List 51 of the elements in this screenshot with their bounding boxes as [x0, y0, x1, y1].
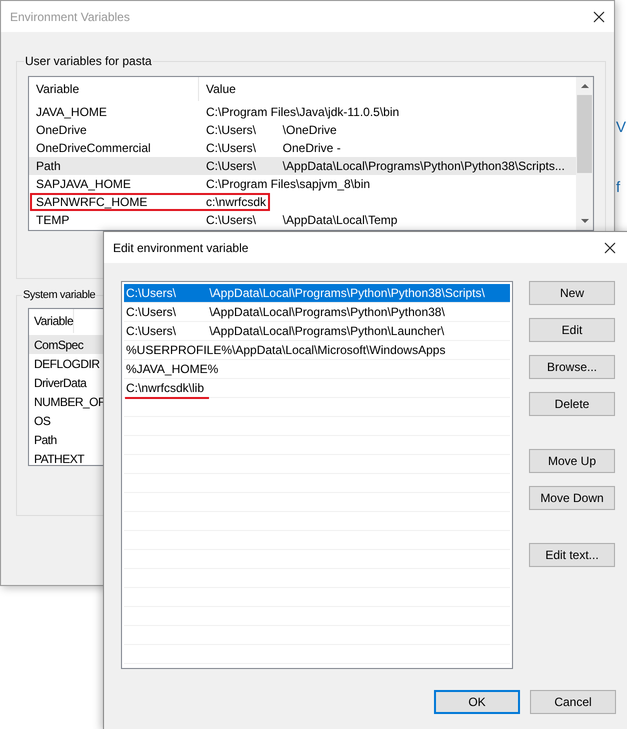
window-title: Edit environment variable [113, 240, 248, 254]
variable-name: JAVA_HOME [35, 105, 108, 119]
action-button[interactable]: Edit [529, 318, 615, 342]
list-item[interactable]: %USERPROFILE%\AppData\Local\Microsoft\WindowsApps [124, 341, 510, 359]
close-icon[interactable] [593, 10, 605, 22]
cancel-button[interactable]: Cancel [530, 690, 616, 714]
variable-value: c:\nwrfcsdk [205, 195, 268, 209]
group-label: System variable [22, 289, 96, 301]
variable-value: C:\Users\ OneDrive - [205, 141, 342, 155]
variable-name: OS [33, 414, 50, 428]
background-text: V [616, 118, 626, 138]
scroll-thumb[interactable] [577, 95, 592, 173]
action-button[interactable]: Move Up [529, 449, 615, 473]
list-item[interactable]: C:\nwrfcsdk\lib [124, 379, 510, 397]
column-header[interactable]: Variable [29, 309, 74, 333]
window-title: Environment Variables [10, 10, 130, 24]
variable-name: Path [33, 432, 57, 446]
variable-name: SAPNWRFC_HOME [35, 195, 148, 209]
variable-name: OneDriveCommercial [35, 141, 152, 155]
variable-name: TEMP [35, 213, 70, 227]
variable-name: NUMBER_OF [33, 394, 105, 408]
variable-value: C:\Users\ \AppData\Local\Temp [205, 213, 398, 227]
scrollbar[interactable] [576, 77, 593, 230]
variable-name: ComSpec [33, 338, 84, 352]
list-item[interactable]: C:\Users\ \AppData\Local\Programs\Python\Python38\ [124, 303, 510, 321]
action-button[interactable]: Edit text... [529, 543, 615, 567]
column-header[interactable]: Value [199, 82, 576, 96]
variable-name: OneDrive [35, 123, 88, 137]
list-item[interactable]: %JAVA_HOME% [124, 360, 510, 378]
ok-button[interactable]: OK [434, 690, 520, 714]
group-label: User variables for pasta [24, 54, 153, 68]
scroll-up-icon[interactable] [580, 84, 588, 88]
action-button[interactable]: Delete [529, 392, 615, 416]
scroll-down-icon[interactable] [580, 219, 588, 223]
background-text: f [616, 178, 622, 198]
variable-name: SAPJAVA_HOME [35, 177, 132, 191]
action-button[interactable]: New [529, 281, 615, 305]
list-item[interactable]: C:\Users\ \AppData\Local\Programs\Python\Python38\Scripts\ [124, 284, 510, 302]
action-button[interactable]: Move Down [529, 486, 615, 510]
variable-name: DriverData [33, 376, 86, 390]
variable-value: C:\Program Files\Java\jdk-11.0.5\bin [205, 105, 400, 119]
action-button[interactable]: Browse... [529, 355, 615, 379]
variable-value: C:\Users\ \AppData\Local\Programs\Python\Python38\Scripts... [205, 159, 566, 173]
column-header[interactable]: Variable [29, 77, 199, 101]
variable-name: PATHEXT [33, 452, 84, 465]
variable-name: Path [35, 159, 62, 173]
variable-value: C:\Users\ \OneDrive [205, 123, 338, 137]
variable-value: C:\Program Files\sapjvm_8\bin [205, 177, 372, 191]
list-item[interactable]: C:\Users\ \AppData\Local\Programs\Python\Launcher\ [124, 322, 510, 340]
close-icon[interactable] [604, 242, 616, 254]
variable-name: DEFLOGDIR [33, 356, 100, 370]
